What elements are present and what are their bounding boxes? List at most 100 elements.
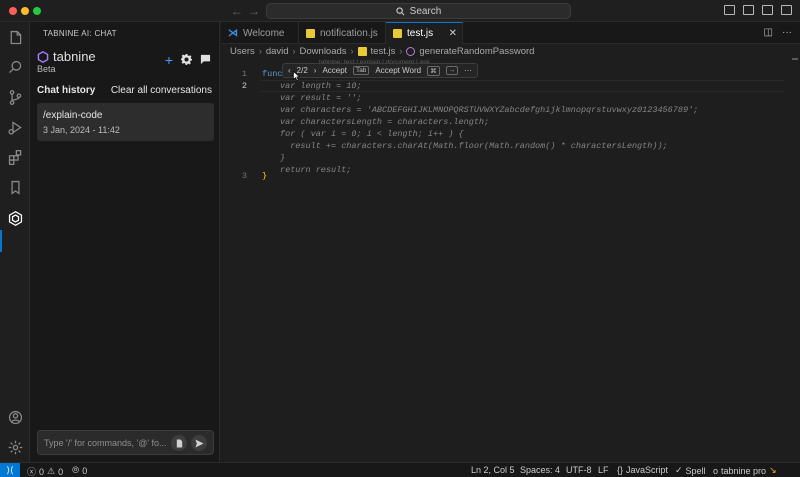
manage-gear-icon[interactable]	[5, 437, 25, 457]
tab-notification-js[interactable]: notification.js	[299, 22, 386, 44]
next-suggestion-icon[interactable]: ›	[314, 66, 317, 75]
inline-suggestion-toolbar: ‹ 2/2 › Accept Tab Accept Word ⌘ → ···	[282, 63, 479, 78]
js-file-icon	[393, 29, 402, 38]
breadcrumb: Users › david › Downloads › test.js › ge…	[221, 44, 800, 58]
search-view-icon[interactable]	[5, 57, 25, 77]
new-chat-button[interactable]: +	[165, 53, 173, 67]
spell-check[interactable]: ✓ Spell	[675, 465, 706, 476]
send-icon	[194, 438, 204, 448]
chat-input-box	[37, 430, 214, 455]
tab-label: notification.js	[320, 27, 378, 39]
warning-icon: ⚠	[47, 466, 56, 476]
accounts-icon[interactable]	[5, 407, 25, 427]
bookmarks-icon[interactable]	[5, 177, 25, 197]
tabnine-chat-sidebar: TABNINE AI: CHAT tabnine Beta + Chat his…	[30, 22, 220, 462]
tab-test-js[interactable]: test.js ✕	[386, 22, 463, 44]
ports-count: 0	[82, 465, 88, 476]
ghost-suggestion-line: var characters = 'ABCDEFGHIJKLMNOPQRSTUV…	[280, 105, 699, 115]
settings-gear-icon[interactable]	[181, 54, 192, 65]
tab-welcome[interactable]: ⋊ Welcome	[221, 22, 299, 44]
toggle-secondary-sidebar-icon[interactable]	[762, 5, 773, 15]
error-icon: ⓧ	[27, 467, 37, 477]
more-actions-icon[interactable]: ···	[782, 27, 792, 38]
ghost-suggestion-line: var result = '';	[280, 93, 362, 103]
tabnine-icon[interactable]	[5, 208, 25, 228]
tabnine-pro-icon: ↘	[769, 465, 777, 475]
language-label: JavaScript	[626, 465, 669, 475]
attach-file-icon	[176, 438, 182, 448]
accept-word-button[interactable]: Accept Word	[375, 66, 421, 75]
check-icon: ✓	[675, 465, 683, 475]
toggle-primary-sidebar-icon[interactable]	[724, 5, 735, 15]
customize-layout-icon[interactable]	[781, 5, 792, 15]
mouse-pointer-icon	[293, 71, 300, 81]
ghost-suggestion-line: }	[280, 153, 286, 163]
back-arrow-icon[interactable]: ←	[231, 4, 243, 18]
send-button[interactable]	[191, 435, 207, 451]
tab-label: test.js	[407, 28, 434, 39]
extensions-icon[interactable]	[5, 147, 25, 167]
accept-suggestion-button[interactable]: Accept	[322, 66, 346, 75]
cursor-position[interactable]: Ln 2, Col 5	[471, 465, 515, 475]
close-tab-icon[interactable]: ✕	[449, 28, 457, 39]
split-editor-icon[interactable]: ◫	[764, 27, 773, 38]
forward-arrow-icon[interactable]: →	[248, 4, 260, 18]
function-symbol-icon	[406, 46, 416, 56]
tab-label: Welcome	[243, 27, 285, 39]
source-control-icon[interactable]	[5, 87, 25, 107]
attach-file-button[interactable]	[171, 435, 187, 451]
chat-history-heading: Chat history	[37, 85, 96, 96]
chevron-right-icon: ›	[399, 46, 403, 56]
minimize-window-button[interactable]	[21, 7, 29, 15]
breadcrumb-item[interactable]: test.js	[371, 46, 396, 57]
explorer-icon[interactable]	[5, 27, 25, 47]
spell-label: Spell	[685, 465, 706, 476]
tabnine-status[interactable]: o tabnine pro ↘	[713, 465, 777, 476]
js-file-icon	[306, 28, 315, 38]
chat-history-item[interactable]: /explain-code 3 Jan, 2024 - 11:42	[37, 103, 214, 141]
remote-indicator-icon[interactable]: ⟩⟨	[0, 463, 20, 477]
run-debug-icon[interactable]	[5, 117, 25, 137]
ghost-suggestion-line: return result;	[280, 165, 352, 175]
activity-bar	[0, 22, 30, 462]
chat-history-item-date: 3 Jan, 2024 - 11:42	[43, 125, 120, 135]
tab-key-hint: Tab	[352, 66, 370, 75]
status-bar: ⟩⟨ ⓧ 0 ⚠ 0 ⦾ 0 Ln 2, Col 5 Spaces: 4 UTF…	[0, 462, 800, 477]
ports-indicator[interactable]: ⦾ 0	[72, 465, 87, 476]
code-editor[interactable]: tabnine: test | explain | document | ask…	[221, 58, 800, 462]
ghost-suggestion-line: for ( var i = 0; i < length; i++ ) {	[280, 129, 464, 139]
ghost-suggestion-line: var charactersLength = characters.length…	[280, 117, 490, 127]
breadcrumb-item[interactable]: david	[266, 46, 289, 57]
chevron-right-icon: ›	[258, 46, 262, 56]
chat-input[interactable]	[44, 436, 169, 450]
tabnine-status-icon: o	[713, 465, 719, 476]
error-count: 0	[39, 466, 45, 477]
file-encoding[interactable]: UTF-8	[566, 465, 592, 475]
ghost-suggestion-line: result += characters.charAt(Math.floor(M…	[280, 141, 668, 151]
tabnine-brand-name: tabnine	[53, 49, 96, 64]
search-icon	[396, 6, 405, 15]
feedback-chat-icon[interactable]	[200, 54, 211, 65]
search-label: Search	[409, 5, 442, 17]
end-of-line[interactable]: LF	[598, 465, 609, 475]
js-file-icon	[357, 46, 367, 56]
sidebar-title: TABNINE AI: CHAT	[43, 29, 117, 38]
previous-suggestion-icon[interactable]: ‹	[288, 66, 291, 75]
toggle-panel-icon[interactable]	[743, 5, 754, 15]
breadcrumb-item[interactable]: Users	[230, 46, 255, 57]
breadcrumb-item[interactable]: generateRandomPassword	[419, 46, 534, 57]
problems-indicator[interactable]: ⓧ 0 ⚠ 0	[27, 465, 63, 477]
indentation[interactable]: Spaces: 4	[520, 465, 560, 475]
more-options-icon[interactable]: ···	[464, 66, 472, 75]
clear-all-conversations-button[interactable]: Clear all conversations	[111, 85, 212, 96]
breadcrumb-item[interactable]: Downloads	[300, 46, 347, 57]
command-center-search[interactable]: Search	[266, 3, 571, 19]
close-window-button[interactable]	[9, 7, 17, 15]
language-mode[interactable]: {} JavaScript	[617, 465, 668, 475]
warning-count: 0	[58, 466, 64, 477]
active-view-indicator	[0, 230, 2, 252]
editor-tabs: ⋊ Welcome notification.js test.js ✕ ◫ ··…	[221, 22, 800, 44]
zoom-window-button[interactable]	[33, 7, 41, 15]
beta-badge: Beta	[37, 64, 56, 74]
line-number: 3	[241, 171, 247, 181]
